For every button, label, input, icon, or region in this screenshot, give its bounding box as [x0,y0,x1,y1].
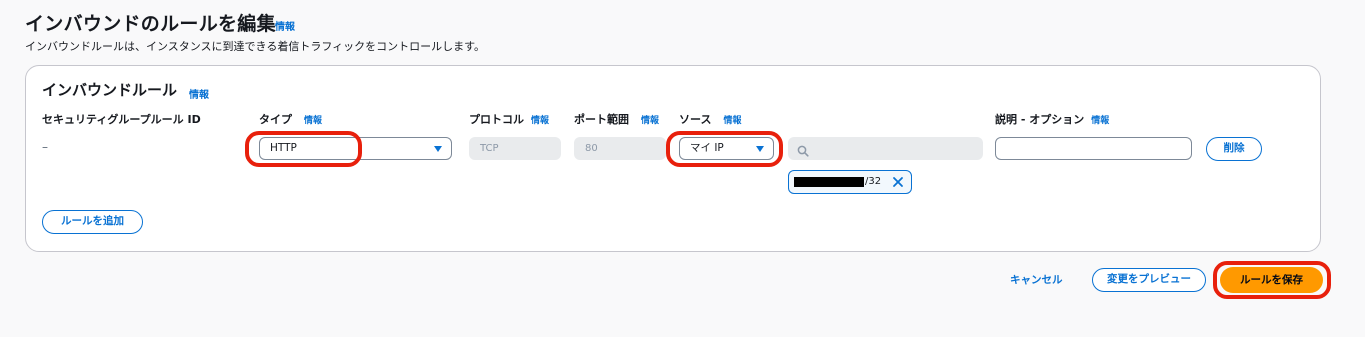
save-rules-button[interactable]: ルールを保存 [1220,267,1323,293]
panel-info-link[interactable]: 情報 [189,86,209,101]
source-select[interactable]: マイ IP [679,137,774,160]
search-icon [797,142,809,161]
col-header-source-label: ソース [679,113,712,126]
preview-changes-button[interactable]: 変更をプレビュー [1092,268,1206,292]
cancel-button[interactable]: キャンセル [1010,272,1063,287]
col-header-protocol-label: プロトコル [469,113,524,126]
col-header-type-label: タイプ [259,113,292,126]
source-search-input[interactable] [788,137,983,160]
inbound-rules-panel: インバウンドルール 情報 セキュリティグループルール ID タイプ 情報 プロトコ… [25,65,1321,252]
delete-rule-button[interactable]: 削除 [1206,137,1262,161]
description-info-link[interactable]: 情報 [1091,116,1109,126]
col-header-port-range: ポート範囲 情報 [574,111,659,127]
col-header-rule-id: セキュリティグループルール ID [42,111,201,127]
caret-down-icon [756,146,764,152]
col-header-description-label: 説明 - オプション [995,113,1085,126]
close-icon[interactable] [891,175,905,192]
source-select-value: マイ IP [690,142,724,154]
port-range-input: 80 [574,137,666,160]
cidr-suffix: /32 [865,176,882,187]
col-header-source: ソース 情報 [679,111,741,127]
port-range-info-link[interactable]: 情報 [641,116,659,126]
caret-down-icon [434,146,442,152]
rule-id-value: – [42,140,48,154]
description-input[interactable] [995,137,1192,160]
type-select-value: HTTP [270,142,297,154]
source-info-link[interactable]: 情報 [723,116,741,126]
protocol-info-link[interactable]: 情報 [531,116,549,126]
col-header-protocol: プロトコル 情報 [469,111,549,127]
type-info-link[interactable]: 情報 [304,116,322,126]
redacted-ip [794,177,864,187]
title-info-link[interactable]: 情報 [275,18,295,33]
page-description: インバウンドルールは、インスタンスに到達できる着信トラフィックをコントロールしま… [25,40,486,53]
col-header-type: タイプ 情報 [259,111,322,127]
col-header-rule-id-label: セキュリティグループルール ID [42,113,201,126]
col-header-port-range-label: ポート範囲 [574,113,629,126]
source-cidr-token: /32 [788,170,912,194]
col-header-description: 説明 - オプション 情報 [995,111,1109,127]
type-select[interactable]: HTTP [259,137,452,160]
add-rule-button[interactable]: ルールを追加 [42,210,143,234]
panel-title: インバウンドルール [42,81,178,99]
protocol-input: TCP [469,137,561,160]
page-title: インバウンドのルールを編集 [25,13,276,35]
